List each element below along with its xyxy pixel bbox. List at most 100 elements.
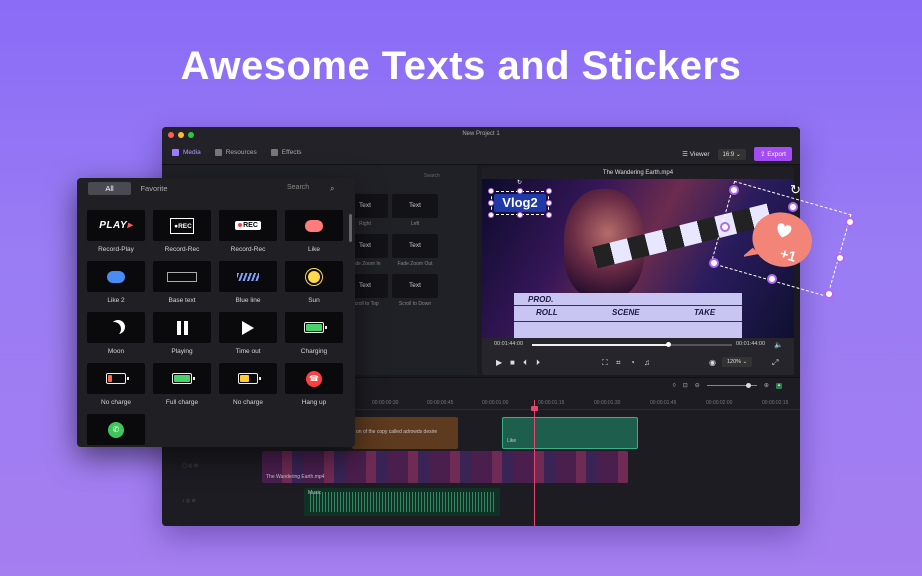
video-clip[interactable]: The Wandering Earth.mp4 <box>262 451 628 483</box>
sticker-moon[interactable]: Moon <box>87 312 145 356</box>
sticker-thumb: ●REC <box>153 210 211 241</box>
sticker-hang-up[interactable]: ☎ Hang up <box>285 363 343 407</box>
step-back-icon[interactable]: ⏴ <box>523 358 527 368</box>
crop-icon[interactable]: ⌗ <box>616 358 621 368</box>
fullscreen-crop-icon[interactable]: ⛶ <box>602 358 608 368</box>
sticker-clip[interactable]: Like <box>502 417 638 449</box>
resize-handle[interactable] <box>488 212 494 218</box>
sticker-no-charge-2[interactable]: No charge <box>219 363 277 407</box>
expand-icon[interactable]: ⤢ <box>772 358 778 368</box>
resize-handle[interactable] <box>546 188 552 194</box>
sticker-base-text[interactable]: Base text <box>153 261 211 305</box>
video-track-controls[interactable]: ▢ ◎ ⊘ <box>182 463 198 469</box>
slate-line <box>514 321 742 322</box>
heart-sticker[interactable]: +1 <box>744 205 816 275</box>
sticker-thumb: REC <box>219 210 277 241</box>
sticker-record-rec[interactable]: ●REC Record-Rec <box>153 210 211 254</box>
sticker-resize-handle[interactable] <box>767 274 777 284</box>
resize-handle[interactable] <box>546 212 552 218</box>
speed-icon[interactable]: ◔ <box>630 358 635 367</box>
volume-icon[interactable]: 🔈 <box>774 341 783 349</box>
sticker-charging[interactable]: Charging <box>285 312 343 356</box>
zoom-in-icon[interactable]: ⊕ <box>764 382 769 389</box>
sticker-resize-handle[interactable] <box>788 202 798 212</box>
timeline-zoom-slider[interactable] <box>706 383 757 388</box>
music-icon[interactable]: ♫ <box>644 358 650 367</box>
sticker-thumb: PLAY▸ <box>87 210 145 241</box>
page-headline: Awesome Texts and Stickers <box>180 44 742 88</box>
tab-favorite[interactable]: Favorite <box>137 182 171 195</box>
audio-clip[interactable]: Music <box>304 488 500 516</box>
zoom-select[interactable]: 120% ⌄ <box>722 357 753 367</box>
search-icon[interactable]: ⌕ <box>330 184 334 194</box>
sticker-no-charge[interactable]: No charge <box>87 363 145 407</box>
resize-handle[interactable] <box>488 188 494 194</box>
list-item[interactable]: Text Left <box>392 194 438 230</box>
resize-handle[interactable] <box>546 200 552 206</box>
split-icon[interactable]: ⊡ <box>683 382 688 389</box>
rotate-small-icon[interactable]: ↻ <box>517 179 522 186</box>
sticker-blue-line[interactable]: Blue line <box>219 261 277 305</box>
tab-effects[interactable]: Effects <box>270 149 302 156</box>
list-item[interactable]: Text Fade Zoom Out <box>392 234 438 270</box>
slate-take: TAKE <box>694 308 716 317</box>
battery-half-icon <box>238 373 261 384</box>
sticker-search-input[interactable]: Search <box>287 184 309 191</box>
sticker-time-out[interactable]: Time out <box>219 312 277 356</box>
snapshot-icon[interactable]: ◉ <box>709 358 716 367</box>
slider-knob[interactable] <box>745 383 751 388</box>
viewer-button[interactable]: ☰ Viewer <box>682 150 709 158</box>
clapperboard-slate: PROD. ROLL SCENE TAKE <box>514 293 742 338</box>
scrubber-knob[interactable] <box>665 342 671 347</box>
battery-full-icon <box>172 373 195 384</box>
sticker-thumb <box>153 363 211 394</box>
play-triangle-icon <box>242 320 254 335</box>
stop-icon[interactable]: ■ <box>510 358 515 367</box>
sticker-playing[interactable]: Playing <box>153 312 211 356</box>
sticker-sun[interactable]: Sun <box>285 261 343 305</box>
sticker-thumb <box>285 210 343 241</box>
moon-icon <box>107 322 121 336</box>
list-item[interactable]: Text Scroll to Down <box>392 274 438 310</box>
tab-media-label: Media <box>183 149 201 156</box>
playback-controls: ▶ ■ ⏴ ⏵ ⛶ ⌗ ◔ ♫ ◉ 120% ⌄ ⤢ <box>482 353 794 373</box>
sticker-thumb: ✆ <box>87 414 145 445</box>
sticker-full-charge[interactable]: Full charge <box>153 363 211 407</box>
export-button[interactable]: ⇪ Export <box>753 147 792 161</box>
sticker-resize-handle[interactable] <box>845 217 855 227</box>
zoom-out-icon[interactable]: ⊖ <box>695 382 700 389</box>
tab-all[interactable]: All <box>88 182 131 195</box>
tab-resources[interactable]: Resources <box>214 149 257 156</box>
marker-icon[interactable]: ◊ <box>673 383 676 389</box>
tab-media[interactable]: Media <box>172 149 201 156</box>
playhead[interactable] <box>534 400 535 526</box>
sticker-resize-handle[interactable] <box>835 253 845 263</box>
audio-track-controls[interactable]: ♪ ◎ ⊘ <box>182 498 196 504</box>
resize-handle[interactable] <box>517 188 523 194</box>
step-forward-icon[interactable]: ⏵ <box>536 358 540 368</box>
sticker-like[interactable]: Like <box>285 210 343 254</box>
sticker-record-rec-2[interactable]: REC Record-Rec <box>219 210 277 254</box>
sticker-record-play[interactable]: PLAY▸ Record-Play <box>87 210 145 254</box>
rotate-icon[interactable]: ↻ <box>790 182 801 198</box>
text-animation-grid: Text Right Text Left Text Fade Zoom In Text… <box>342 194 488 310</box>
aspect-ratio-select[interactable]: 16:9 ⌄ <box>717 148 746 160</box>
sticker-resize-handle[interactable] <box>729 185 739 195</box>
audio-clip-label: Music <box>308 490 322 496</box>
sticker-resize-handle[interactable] <box>720 222 730 232</box>
playback-scrubber[interactable] <box>532 342 732 347</box>
resources-search[interactable]: Search <box>424 173 440 179</box>
snap-icon[interactable]: ▪ <box>775 382 782 389</box>
resize-handle[interactable] <box>517 212 523 218</box>
sticker-panel-scrollbar[interactable] <box>349 214 352 242</box>
text-overlay-vlog[interactable]: Vlog2 <box>494 194 546 212</box>
sticker-label: Charging <box>300 348 328 355</box>
sticker-resize-handle[interactable] <box>709 258 719 268</box>
text-clip[interactable]: on of the copy called adrowds desire <box>352 417 458 449</box>
play-icon[interactable]: ▶ <box>496 358 502 367</box>
sticker-phone[interactable]: ✆ <box>87 414 145 445</box>
ruler-tick: 00:00:01:45 <box>650 400 677 406</box>
sticker-like-2[interactable]: Like 2 <box>87 261 145 305</box>
sticker-resize-handle[interactable] <box>824 289 834 299</box>
resize-handle[interactable] <box>488 200 494 206</box>
